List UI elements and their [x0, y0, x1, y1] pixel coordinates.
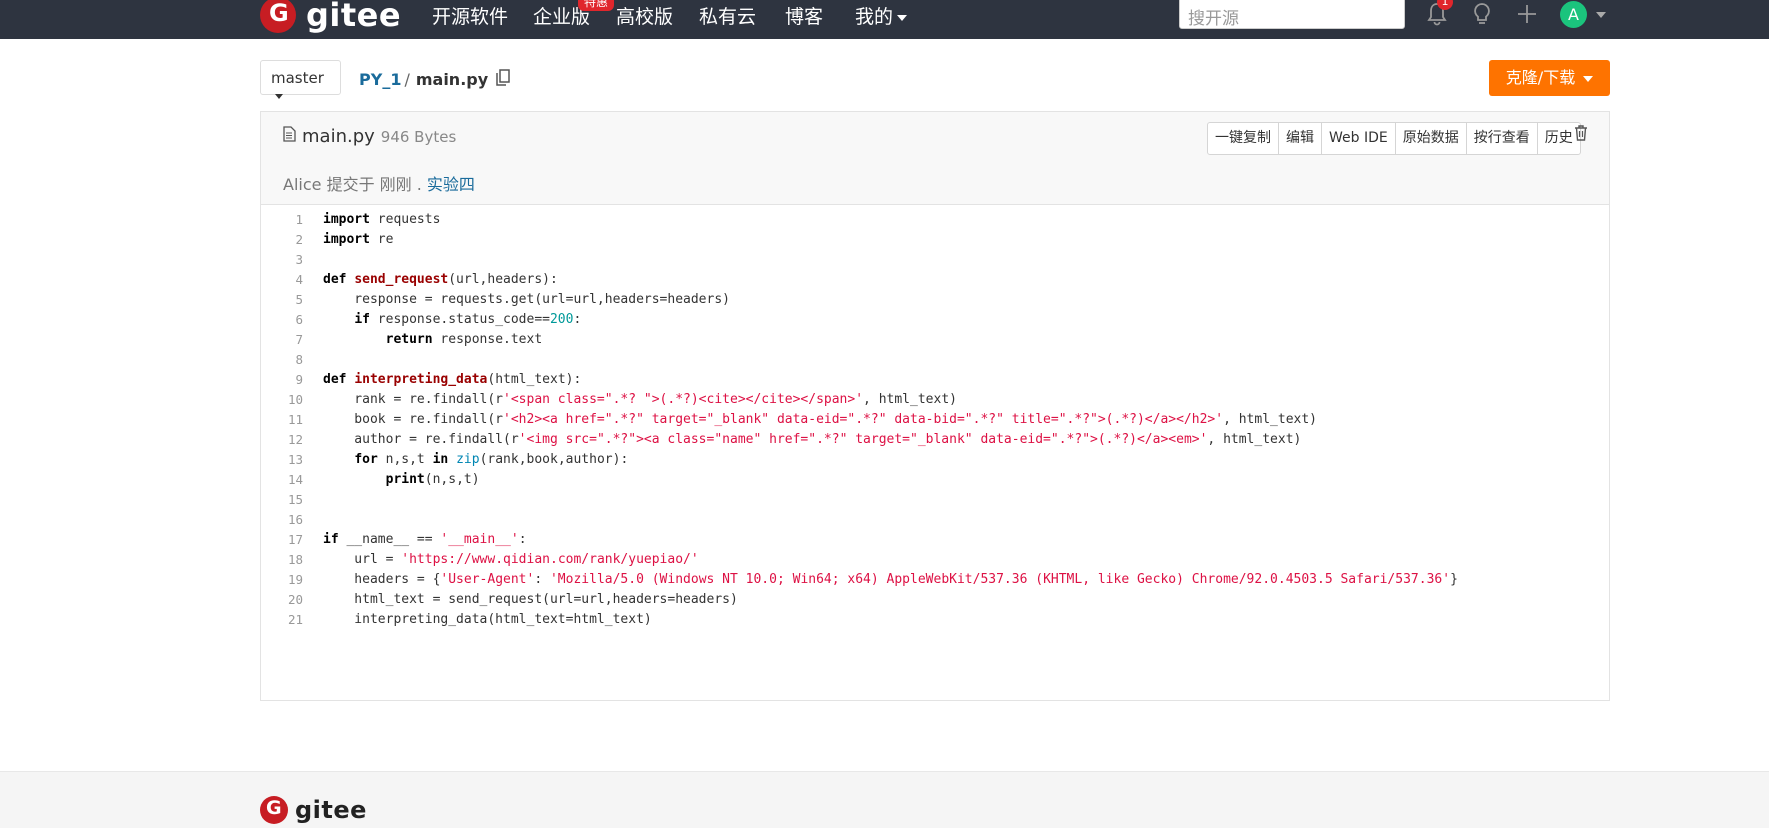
line-number[interactable]: 5 [261, 292, 303, 307]
edit-button[interactable]: 编辑 [1279, 123, 1322, 154]
lightbulb-icon[interactable] [1470, 1, 1494, 31]
breadcrumb-separator: / [404, 70, 410, 89]
code-text: import re [323, 232, 394, 247]
copy-path-icon[interactable] [496, 69, 510, 90]
code-text: rank = re.findall(r'<span class=".*? ">(… [323, 392, 957, 407]
breadcrumb-repo-link[interactable]: PY_1 [359, 70, 401, 89]
footer-logo-text: gitee [295, 796, 367, 824]
code-text: for n,s,t in zip(rank,book,author): [354, 452, 629, 467]
raw-button[interactable]: 原始数据 [1396, 123, 1467, 154]
file-panel: main.py 946 Bytes 一键复制 编辑 Web IDE 原始数据 按… [260, 111, 1610, 701]
line-number[interactable]: 20 [261, 592, 303, 607]
line-number[interactable]: 16 [261, 512, 303, 527]
logo-text: gitee [306, 0, 402, 34]
file-icon [283, 126, 296, 147]
nav-blog[interactable]: 博客 [785, 2, 823, 29]
branch-selector[interactable]: master [260, 60, 341, 99]
copy-all-button[interactable]: 一键复制 [1208, 123, 1279, 154]
plus-icon[interactable] [1515, 1, 1539, 31]
notification-count-badge: 1 [1437, 0, 1453, 10]
code-text: headers = {'User-Agent': 'Mozilla/5.0 (W… [323, 572, 1458, 587]
chevron-down-icon [275, 94, 283, 99]
file-title: main.py 946 Bytes [283, 126, 456, 147]
gitee-logo[interactable]: G gitee [260, 0, 401, 34]
line-number[interactable]: 1 [261, 212, 303, 227]
line-number[interactable]: 18 [261, 552, 303, 567]
breadcrumb: PY_1 / main.py [359, 69, 510, 90]
avatar[interactable]: A [1560, 1, 1587, 28]
line-number[interactable]: 8 [261, 352, 303, 367]
line-number[interactable]: 19 [261, 572, 303, 587]
top-navbar: G gitee 开源软件 企业版 特惠 高校版 私有云 博客 我的 搜开源 1 … [0, 0, 1769, 39]
search-input[interactable]: 搜开源 [1179, 0, 1405, 29]
file-header: main.py 946 Bytes 一键复制 编辑 Web IDE 原始数据 按… [261, 112, 1609, 205]
chevron-down-icon [1583, 75, 1594, 82]
line-number[interactable]: 2 [261, 232, 303, 247]
file-name: main.py [302, 126, 375, 147]
code-text: def send_request(url,headers): [323, 272, 558, 287]
nav-university[interactable]: 高校版 [616, 2, 673, 29]
line-number[interactable]: 14 [261, 472, 303, 487]
nav-private-cloud[interactable]: 私有云 [699, 2, 756, 29]
code-text: interpreting_data(html_text=html_text) [323, 612, 652, 627]
line-number[interactable]: 11 [261, 412, 303, 427]
line-number[interactable]: 3 [261, 252, 303, 267]
code-text: book = re.findall(r'<h2><a href=".*?" ta… [323, 412, 1317, 427]
code-text: author = re.findall(r'<img src=".*?"><a … [323, 432, 1302, 447]
enterprise-promo-badge: 特惠 [578, 0, 615, 11]
commit-author-time: Alice 提交于 刚刚 . [283, 175, 422, 194]
code-text: url = 'https://www.qidian.com/rank/yuepi… [323, 552, 699, 567]
trash-icon[interactable] [1574, 125, 1588, 145]
code-text: return response.text [385, 332, 543, 347]
blame-button[interactable]: 按行查看 [1467, 123, 1538, 154]
line-number[interactable]: 10 [261, 392, 303, 407]
code-text: import requests [323, 212, 441, 227]
code-text: response = requests.get(url=url,headers=… [323, 292, 730, 307]
commit-info: Alice 提交于 刚刚 . 实验四 [283, 171, 475, 195]
code-text: html_text = send_request(url=url,headers… [323, 592, 738, 607]
page-footer: G gitee [0, 771, 1769, 828]
line-number[interactable]: 13 [261, 452, 303, 467]
clone-label: 克隆/下载 [1505, 68, 1576, 87]
logo-letter: G [269, 0, 289, 27]
commit-message-link[interactable]: 实验四 [427, 175, 475, 194]
file-action-group: 一键复制 编辑 Web IDE 原始数据 按行查看 历史 [1207, 122, 1581, 155]
code-text: def interpreting_data(html_text): [323, 372, 582, 387]
nav-mine-dropdown[interactable]: 我的 [855, 2, 908, 29]
code-text: if response.status_code==200: [354, 312, 582, 327]
chevron-down-icon [897, 14, 908, 21]
file-size: 946 Bytes [380, 127, 457, 146]
web-ide-button[interactable]: Web IDE [1322, 123, 1396, 154]
gitee-logo-icon: G [260, 796, 288, 824]
code-text: if __name__ == '__main__': [323, 532, 527, 547]
line-number[interactable]: 9 [261, 372, 303, 387]
nav-mine-label: 我的 [855, 6, 894, 28]
footer-logo[interactable]: G gitee [260, 796, 367, 824]
avatar-chevron-down-icon[interactable] [1596, 12, 1606, 18]
line-number[interactable]: 15 [261, 492, 303, 507]
line-number[interactable]: 12 [261, 432, 303, 447]
footer-logo-letter: G [266, 797, 282, 819]
gitee-logo-icon: G [260, 0, 296, 33]
line-number[interactable]: 6 [261, 312, 303, 327]
code-text: print(n,s,t) [385, 472, 480, 487]
branch-label: master [271, 69, 324, 87]
clone-download-button[interactable]: 克隆/下载 [1489, 60, 1610, 96]
nav-open-source[interactable]: 开源软件 [432, 2, 508, 29]
line-number[interactable]: 7 [261, 332, 303, 347]
line-number[interactable]: 4 [261, 272, 303, 287]
line-number[interactable]: 17 [261, 532, 303, 547]
line-number[interactable]: 21 [261, 612, 303, 627]
breadcrumb-file-name: main.py [415, 70, 489, 89]
